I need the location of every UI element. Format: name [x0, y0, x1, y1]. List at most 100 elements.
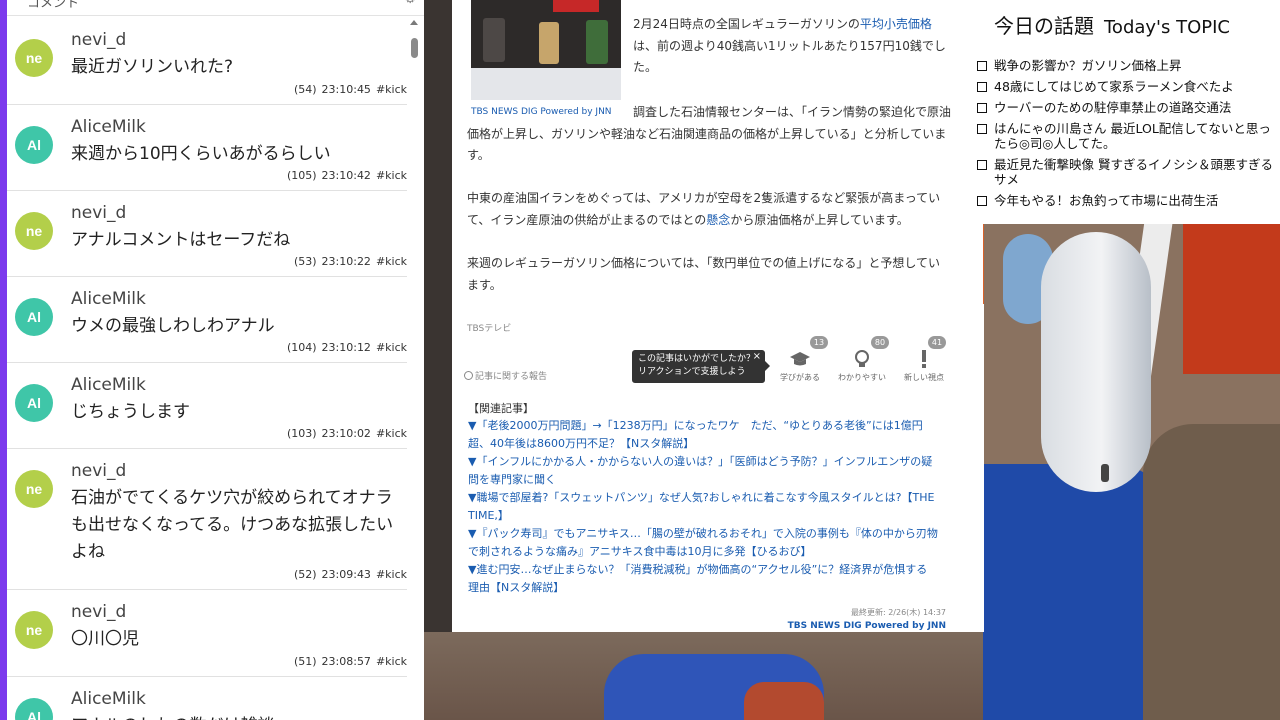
exclamation-icon: [922, 350, 926, 368]
platform-tag: #kick: [375, 427, 407, 440]
chat-message-meta: (54) 23:10:45 #kick: [289, 83, 407, 96]
comment-number: (53): [293, 255, 317, 268]
lightbulb-icon: [855, 350, 869, 367]
tooltip-arrow: [765, 361, 770, 371]
topic-item: 今年もやる！お魚釣って市場に出荷生活: [977, 193, 1277, 208]
topic-item-text: はんにゃの川島さん 最近LOL配信してないと思ったら◎司◎人してた。: [994, 121, 1271, 151]
paragraph-text: は、前の週より40銭高い1リットルあたり157円10銭でした。: [633, 38, 946, 75]
close-icon[interactable]: ×: [753, 350, 761, 363]
chat-username[interactable]: nevi_d: [71, 602, 126, 622]
headset-shape: [1041, 232, 1151, 492]
gear-icon[interactable]: ⚙: [404, 0, 416, 7]
reaction-clear-button[interactable]: 80 わかりやすい: [834, 336, 890, 386]
related-article-link[interactable]: ▼進む円安…なぜ止まらない？「消費税減税」が物価高の“アクセル役”に？経済界が危…: [468, 561, 938, 597]
comment-number: (51): [293, 655, 317, 668]
prohibited-icon: [464, 371, 473, 380]
comment-number: (52): [293, 568, 317, 581]
topic-item-text: 戦争の影響か？ガソリン価格上昇: [994, 58, 1182, 73]
reaction-new-view-button[interactable]: 41 新しい視点: [896, 336, 952, 386]
usb-port-shape: [1101, 464, 1109, 482]
chat-message: Al AliceMilk ウメの最強しわしわアナル (104) 23:10:12 #kic…: [7, 277, 407, 363]
avatar[interactable]: Al: [15, 698, 53, 720]
chat-message-meta: [392, 715, 407, 720]
article-image[interactable]: [471, 0, 621, 100]
stream-video-left: [424, 0, 452, 720]
chat-message-text: じちょうします: [71, 402, 190, 422]
reaction-learn-button[interactable]: 13 学びがある: [772, 336, 828, 386]
fuel-nozzle-shape: [483, 18, 505, 62]
avatar[interactable]: ne: [15, 470, 53, 508]
fuel-nozzle-shape: [539, 22, 559, 64]
scroll-up-arrow-icon[interactable]: [410, 20, 418, 25]
news-article-panel: TBS NEWS DIG Powered by JNN 2月24日時点の全国レギ…: [452, 0, 983, 632]
platform-tag: #kick: [375, 568, 407, 581]
avatar[interactable]: Al: [15, 126, 53, 164]
related-articles-list: ▼「老後2000万円問題」→「1238万円」になったワケ ただ、“ゆとりある老後…: [468, 417, 938, 597]
chat-message-meta: (53) 23:10:22 #kick: [289, 255, 407, 268]
chat-message-text: 石油がでてくるケツ穴が絞められてオナラも出せなくなってる。けつあな拡張したいよね: [71, 488, 394, 562]
checkbox-square-icon: [977, 124, 987, 134]
last-updated-text: 最終更新: 2/26(木) 14:37: [850, 608, 946, 617]
chat-header: コメント ⚙: [7, 0, 424, 16]
footer-brand-link[interactable]: TBS NEWS DIG Powered by JNN: [788, 621, 946, 631]
chat-panel: コメント ⚙ ne nevi_d 最近ガソリンいれた? (54) 23:10:45 #ki…: [0, 0, 424, 720]
article-paragraph-4: 来週のレギュラーガソリン価格については、「数円単位での値上げになる」と予想してい…: [467, 256, 941, 292]
topic-item: 48歳にしてはじめて家系ラーメン食べたよ: [977, 79, 1277, 94]
chat-message-text: 来週から10円くらいあがるらしい: [71, 144, 331, 164]
avatar[interactable]: ne: [15, 39, 53, 77]
checkbox-square-icon: [977, 160, 987, 170]
chat-message-text: アナルコメントはセーフだね: [71, 230, 291, 250]
related-article-link[interactable]: ▼「インフルにかかる人・かからない人の違いは？」「医師はどう予防？」インフルエン…: [468, 453, 938, 489]
checkbox-square-icon: [977, 103, 987, 113]
reaction-label: 新しい視点: [904, 373, 944, 382]
chat-username[interactable]: AliceMilk: [71, 375, 146, 395]
chat-message: ne nevi_d 石油がでてくるケツ穴が絞められてオナラも出せなくなってる。けつあ…: [7, 449, 407, 590]
topic-title: 今日の話題 Today's TOPIC: [994, 10, 1230, 39]
chat-message: ne nevi_d アナルコメントはセーフだね (53) 23:10:22 #kick: [7, 191, 407, 277]
avatar[interactable]: ne: [15, 212, 53, 250]
comment-number: (105): [286, 169, 317, 182]
platform-tag: #kick: [375, 655, 407, 668]
pump-label-shape: [553, 0, 599, 12]
chat-message-meta: (105) 23:10:42 #kick: [282, 169, 407, 182]
chat-username[interactable]: nevi_d: [71, 30, 126, 50]
comment-number: (104): [286, 341, 317, 354]
related-article-link[interactable]: ▼職場で部屋着?「スウェットパンツ」なぜ人気?おしゃれに着こなす今風スタイルとは…: [468, 489, 938, 525]
red-cushion-shape: [1183, 224, 1280, 374]
concern-link[interactable]: 懸念: [706, 213, 730, 227]
article-paragraph-1: 2月24日時点の全国レギュラーガソリンの平均小売価格は、前の週より40銭高い1リ…: [633, 14, 949, 79]
fur-hood-shape: [1143, 424, 1280, 720]
chat-username[interactable]: AliceMilk: [71, 689, 146, 709]
chat-message-meta: (52) 23:09:43 #kick: [289, 568, 407, 581]
chat-scrollbar-thumb[interactable]: [411, 38, 418, 58]
chat-message: ne nevi_d 最近ガソリンいれた? (54) 23:10:45 #kick: [7, 18, 407, 105]
platform-tag: #kick: [375, 83, 407, 96]
stream-video-bottom: [424, 632, 984, 720]
image-lower-area: [471, 68, 621, 100]
topic-list: 戦争の影響か？ガソリン価格上昇 48歳にしてはじめて家系ラーメン食べたよ ウーバ…: [977, 58, 1277, 214]
comment-time: 23:10:45: [321, 83, 371, 96]
avatar[interactable]: Al: [15, 298, 53, 336]
chat-message-text: アナルのしわの数だけ雑談: [71, 713, 401, 720]
report-article-link[interactable]: 記事に関する報告: [464, 369, 547, 382]
topic-title-en: Today's TOPIC: [1104, 17, 1230, 38]
article-source: TBSテレビ: [467, 324, 512, 334]
fuel-nozzle-shape: [586, 20, 608, 64]
chat-username[interactable]: nevi_d: [71, 203, 126, 223]
paragraph-text: から原油価格が上昇しています。: [730, 212, 909, 227]
chat-username[interactable]: AliceMilk: [71, 289, 146, 309]
reaction-tooltip: この記事はいかがでしたか？ リアクションで支援しよう ×: [632, 350, 770, 383]
platform-tag: #kick: [375, 341, 407, 354]
chat-username[interactable]: AliceMilk: [71, 117, 146, 137]
avatar[interactable]: ne: [15, 611, 53, 649]
average-price-link[interactable]: 平均小売価格: [860, 17, 932, 31]
related-article-link[interactable]: ▼『パック寿司』でもアニサキス…「腸の壁が破れるおそれ」で入院の事例も『体の中か…: [468, 525, 938, 561]
comment-time: 23:09:43: [321, 568, 371, 581]
chat-message-text: ウメの最強しわしわアナル: [71, 316, 275, 336]
comment-time: 23:10:12: [321, 341, 371, 354]
avatar[interactable]: Al: [15, 384, 53, 422]
comment-time: 23:10:42: [321, 169, 371, 182]
related-article-link[interactable]: ▼「老後2000万円問題」→「1238万円」になったワケ ただ、“ゆとりある老後…: [468, 417, 938, 453]
topic-item-text: 最近見た衝撃映像 賢すぎるイノシシ＆頭悪すぎるサメ: [994, 157, 1273, 187]
chat-username[interactable]: nevi_d: [71, 461, 126, 481]
